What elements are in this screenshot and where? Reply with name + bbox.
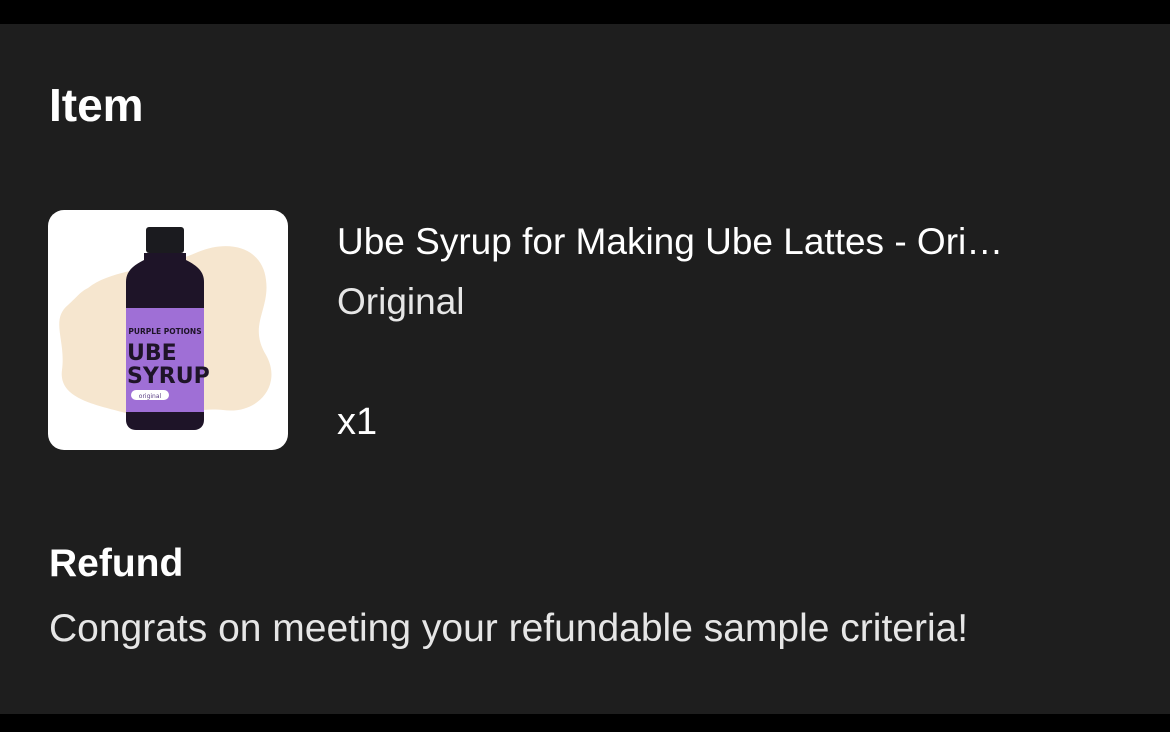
bottle-line1-text: UBE (127, 341, 177, 366)
product-title[interactable]: Ube Syrup for Making Ube Lattes - Ori… (337, 220, 1127, 264)
order-item-panel: Item PURPLE POTIONS UBE SYRUP original U… (0, 24, 1170, 714)
ube-syrup-bottle-image: PURPLE POTIONS UBE SYRUP original (59, 227, 272, 430)
product-quantity: x1 (337, 401, 378, 443)
bottle-tag-text: original (139, 393, 162, 400)
item-section-heading: Item (49, 79, 144, 131)
product-variant: Original (337, 281, 465, 322)
bottle-brand-text: PURPLE POTIONS (128, 327, 201, 336)
bottle-line2-text: SYRUP (127, 364, 210, 389)
refund-heading: Refund (49, 542, 184, 585)
product-thumbnail[interactable]: PURPLE POTIONS UBE SYRUP original (48, 210, 288, 450)
order-item[interactable]: PURPLE POTIONS UBE SYRUP original Ube Sy… (48, 210, 1128, 450)
refund-message: Congrats on meeting your refundable samp… (49, 607, 969, 650)
